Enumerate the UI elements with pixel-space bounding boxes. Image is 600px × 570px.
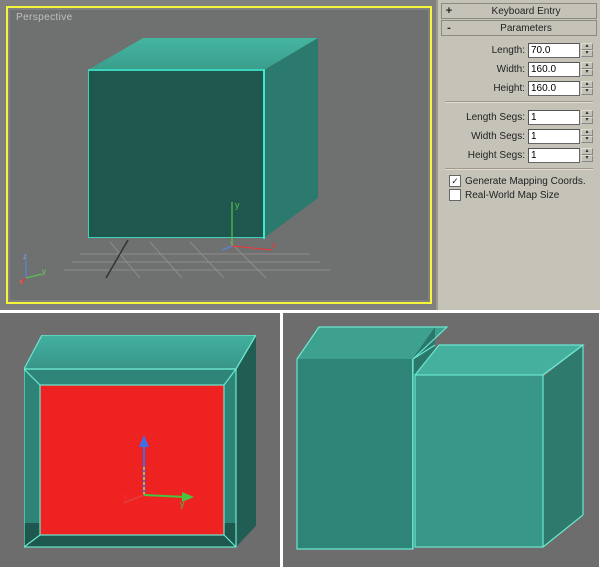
svg-text:y: y <box>42 267 46 276</box>
generate-mapping-label: Generate Mapping Coords. <box>465 176 586 187</box>
modify-panel: + Keyboard Entry - Parameters Length: ▴ … <box>436 0 600 310</box>
svg-text:x: x <box>20 277 23 284</box>
box-face-side <box>236 335 256 547</box>
rollout-parameters[interactable]: - Parameters <box>441 20 597 36</box>
param-heightsegs-row: Height Segs: ▴ ▾ <box>445 146 593 164</box>
box-object[interactable] <box>88 38 318 248</box>
spinner-down-icon[interactable]: ▾ <box>581 117 593 124</box>
param-label: Length Segs: <box>466 112 525 123</box>
top-row: Perspective <box>0 0 600 310</box>
spinner-down-icon[interactable]: ▾ <box>581 69 593 76</box>
param-label: Width Segs: <box>471 131 525 142</box>
spinner-up-icon[interactable]: ▴ <box>581 43 593 50</box>
app-root: Perspective <box>0 0 600 570</box>
spinner-down-icon[interactable]: ▾ <box>581 88 593 95</box>
axis-x-label: x <box>272 240 277 250</box>
axis-y-label: y <box>235 200 240 210</box>
spinner-down-icon[interactable]: ▾ <box>581 136 593 143</box>
height-spinner[interactable]: ▴ ▾ <box>581 81 593 95</box>
real-world-label: Real-World Map Size <box>465 190 559 201</box>
box-face-top <box>24 335 256 369</box>
separator <box>445 168 593 169</box>
rollout-toggle-icon: - <box>442 21 456 35</box>
box-edge <box>88 69 264 71</box>
param-length-row: Length: ▴ ▾ <box>445 41 593 59</box>
svg-text:z: z <box>23 254 27 261</box>
real-world-row[interactable]: Real-World Map Size <box>449 189 593 201</box>
rollout-toggle-icon: + <box>442 4 456 18</box>
param-label: Width: <box>497 64 525 75</box>
spinner-down-icon[interactable]: ▾ <box>581 155 593 162</box>
param-height-row: Height: ▴ ▾ <box>445 79 593 97</box>
length-input[interactable] <box>528 43 580 58</box>
real-world-checkbox[interactable] <box>449 189 461 201</box>
spinner-up-icon[interactable]: ▴ <box>581 81 593 88</box>
height-input[interactable] <box>528 81 580 96</box>
viewport-perspective-container: Perspective <box>0 0 436 310</box>
length-segs-input[interactable] <box>528 110 580 125</box>
transform-gizmo[interactable]: x y <box>124 435 194 515</box>
generate-mapping-row[interactable]: ✓ Generate Mapping Coords. <box>449 175 593 187</box>
spinner-up-icon[interactable]: ▴ <box>581 62 593 69</box>
mini-viewport-face-select[interactable]: x y <box>0 313 280 567</box>
svg-text:y: y <box>180 499 185 509</box>
spinner-up-icon[interactable]: ▴ <box>581 148 593 155</box>
param-width-row: Width: ▴ ▾ <box>445 60 593 78</box>
width-segs-input[interactable] <box>528 129 580 144</box>
svg-text:x: x <box>124 491 127 501</box>
viewport-active-border: Perspective <box>6 6 432 304</box>
separator <box>445 101 593 102</box>
param-lengthsegs-row: Length Segs: ▴ ▾ <box>445 108 593 126</box>
box-object-inset[interactable]: x y <box>24 335 256 549</box>
rollout-title: Parameters <box>456 23 596 34</box>
generate-mapping-checkbox[interactable]: ✓ <box>449 175 461 187</box>
wireframe-overlay <box>291 319 591 559</box>
spinner-down-icon[interactable]: ▾ <box>581 50 593 57</box>
width-spinner[interactable]: ▴ ▾ <box>581 62 593 76</box>
param-widthsegs-row: Width Segs: ▴ ▾ <box>445 127 593 145</box>
param-label: Height Segs: <box>468 150 525 161</box>
param-label: Length: <box>492 45 525 56</box>
orientation-axis-icon: z y x <box>20 254 50 284</box>
rollout-keyboard-entry[interactable]: + Keyboard Entry <box>441 3 597 19</box>
spinner-up-icon[interactable]: ▴ <box>581 110 593 117</box>
rollout-title: Keyboard Entry <box>456 6 596 17</box>
rollout-parameters-body: Length: ▴ ▾ Width: ▴ ▾ Heigh <box>441 37 597 209</box>
checkmark-icon: ✓ <box>451 177 459 186</box>
viewport-perspective[interactable]: Perspective <box>10 10 428 300</box>
param-label: Height: <box>493 83 525 94</box>
bottom-row: x y <box>0 310 600 570</box>
transform-gizmo[interactable]: y x <box>222 196 282 256</box>
length-segs-spinner[interactable]: ▴ ▾ <box>581 110 593 124</box>
width-input[interactable] <box>528 62 580 77</box>
length-spinner[interactable]: ▴ ▾ <box>581 43 593 57</box>
spinner-up-icon[interactable]: ▴ <box>581 129 593 136</box>
mini-viewport-extruded[interactable] <box>283 313 599 567</box>
height-segs-input[interactable] <box>528 148 580 163</box>
extruded-box-object[interactable] <box>291 319 591 559</box>
width-segs-spinner[interactable]: ▴ ▾ <box>581 129 593 143</box>
height-segs-spinner[interactable]: ▴ ▾ <box>581 148 593 162</box>
